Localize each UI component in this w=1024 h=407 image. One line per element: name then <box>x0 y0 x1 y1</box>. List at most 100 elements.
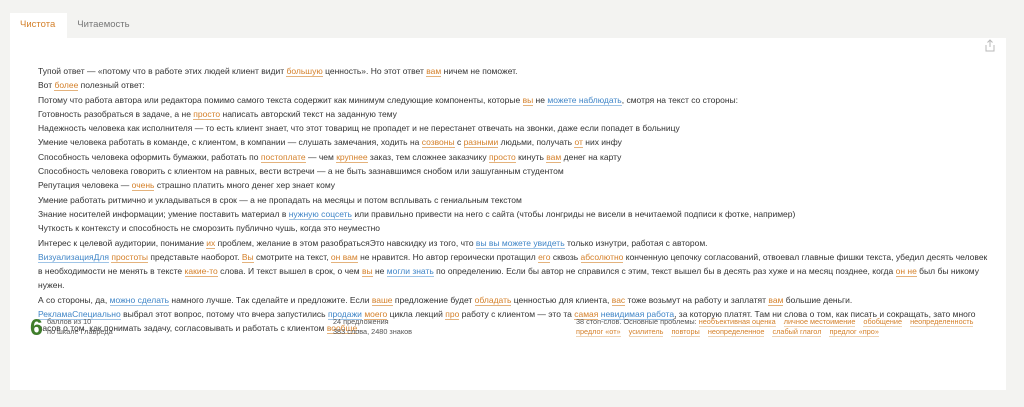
text-segment: Способность человека говорить с клиентом… <box>38 166 564 177</box>
highlighted-word[interactable]: ваше <box>371 294 393 306</box>
words-chars-count: 383 слова, 2480 знаков <box>333 327 413 336</box>
highlighted-word[interactable]: он не <box>895 266 917 278</box>
paragraph: Тупой ответ — «потому что в работе этих … <box>38 64 988 78</box>
highlighted-word[interactable]: созвоны <box>421 137 455 149</box>
results-panel: 6 баллов из 10 по шкале Главреда 24 пред… <box>30 314 990 346</box>
text-segment: Способность человека оформить бумажки, р… <box>38 151 261 162</box>
problem-link[interactable]: предлог «про» <box>829 327 879 337</box>
paragraph: Способность человека говорить с клиентом… <box>38 164 988 178</box>
highlighted-word[interactable]: вы вы можете увидеть <box>475 237 565 249</box>
paragraph: А со стороны, да, можно сделать намного … <box>38 293 988 307</box>
paragraph: Репутация человека — очень страшно плати… <box>38 178 988 192</box>
text-segment: ценностью для клиента, <box>511 294 612 305</box>
problem-link[interactable]: обобщение <box>863 317 903 327</box>
text-stats: 24 предложения 383 слова, 2480 знаков <box>333 317 412 337</box>
highlighted-word[interactable]: нужную соцсеть <box>288 208 352 220</box>
highlighted-word[interactable]: вы <box>522 94 534 106</box>
highlighted-word[interactable]: Вы <box>241 251 254 263</box>
article-text[interactable]: Тупой ответ — «потому что в работе этих … <box>38 64 988 336</box>
problem-link[interactable]: необъективная оценка <box>698 317 776 327</box>
highlighted-word[interactable]: вам <box>768 294 784 306</box>
paragraph: Способность человека оформить бумажки, р… <box>38 150 988 164</box>
highlighted-word[interactable]: вы <box>361 266 373 278</box>
text-segment: написать авторский текст на заданную тем… <box>220 108 397 119</box>
paragraph: Чуткость к контексту и способность не см… <box>38 221 988 235</box>
text-segment: предложение будет <box>392 294 475 305</box>
highlighted-word[interactable]: ВизуализацияДля <box>38 251 109 263</box>
highlighted-word[interactable]: вам <box>546 151 562 163</box>
problems-list: 38 стоп-слов. Основные проблемы: необъек… <box>576 317 996 337</box>
highlighted-word[interactable]: могли знать <box>386 266 434 278</box>
text-segment: Вот <box>38 80 55 91</box>
highlighted-word[interactable]: просто <box>193 108 221 120</box>
paragraph: Готовность разобраться в задаче, а не пр… <box>38 107 988 121</box>
text-segment: кинуть <box>515 151 547 162</box>
highlighted-word[interactable]: разными <box>463 137 499 149</box>
problem-link[interactable]: неопределенное <box>707 327 765 337</box>
text-segment: не <box>372 266 387 277</box>
text-segment: , смотря на текст со стороны: <box>621 94 739 105</box>
text-segment: с <box>454 137 464 148</box>
score-line-2: по шкале Главреда <box>47 327 113 336</box>
text-segment: людьми, получать <box>498 137 575 148</box>
text-segment: А со стороны, да, <box>38 294 110 305</box>
text-segment: проблем, желание в этом разобратьсяЭто н… <box>215 237 476 248</box>
highlighted-word[interactable]: большую <box>286 66 323 77</box>
text-segment: Потому что работа автора или редактора п… <box>38 94 523 105</box>
highlighted-word[interactable]: крупнее <box>336 151 368 163</box>
highlighted-word[interactable]: обладать <box>474 294 512 306</box>
score-value: 6 <box>30 314 43 340</box>
sentences-count: 24 предложения <box>333 317 389 326</box>
problem-link[interactable]: повторы <box>671 327 700 337</box>
text-segment: полезный ответ: <box>78 80 145 91</box>
text-segment: по определению. Если бы автор не справил… <box>433 266 896 277</box>
text-segment: Репутация человека — <box>38 180 132 191</box>
highlighted-word[interactable]: от <box>574 137 583 149</box>
highlighted-word[interactable]: просто <box>488 151 516 163</box>
paragraph: Надежность человека как исполнителя — то… <box>38 121 988 135</box>
problem-link[interactable]: неопределенность <box>910 317 974 327</box>
highlighted-word[interactable]: он вам <box>330 251 358 263</box>
problem-link[interactable]: усилитель <box>628 327 664 337</box>
paragraph: Интерес к целевой аудитории, понимание и… <box>38 236 988 250</box>
highlighted-word[interactable]: можно сделать <box>109 294 170 306</box>
text-segment: них инфу <box>582 137 622 148</box>
text-segment: представьте наоборот. <box>148 251 242 262</box>
highlighted-word[interactable]: их <box>206 237 216 249</box>
text-segment: денег на карту <box>561 151 622 162</box>
problems-prefix: 38 стоп-слов. Основные проблемы: <box>576 317 697 326</box>
highlighted-word[interactable]: абсолютно <box>580 251 624 263</box>
highlighted-word[interactable]: более <box>54 80 79 92</box>
highlighted-word[interactable]: можете наблюдать <box>547 94 622 106</box>
paragraph: Знание носителей информации; умение пост… <box>38 207 988 221</box>
text-segment: тоже возьмут на работу и заплатят <box>625 294 769 305</box>
text-segment: намного лучше. Так сделайте и предложите… <box>169 294 372 305</box>
share-icon[interactable] <box>983 39 997 53</box>
text-segment: заказ, тем сложнее заказчику <box>367 151 489 162</box>
paragraph: Вот более полезный ответ: <box>38 78 988 92</box>
highlighted-word[interactable]: простоты <box>111 251 149 263</box>
text-segment: страшно платить много денег хер знает ко… <box>154 180 336 191</box>
highlighted-word[interactable]: какие-то <box>184 266 218 278</box>
text-segment: только изнутри, работая с автором. <box>564 237 708 248</box>
highlighted-word[interactable]: очень <box>131 180 155 192</box>
highlighted-word[interactable]: его <box>538 251 551 263</box>
score-line-1: баллов из 10 <box>47 317 92 326</box>
text-segment: Умение человека работать в команде, с кл… <box>38 137 422 148</box>
highlighted-word[interactable]: вас <box>611 294 626 306</box>
highlighted-word[interactable]: вам <box>426 66 442 77</box>
highlighted-word[interactable]: постоплате <box>260 151 306 163</box>
text-segment: Умение работать ритмично и укладываться … <box>38 194 522 205</box>
problem-link[interactable]: слабый глагол <box>772 327 822 337</box>
score-description: баллов из 10 по шкале Главреда <box>47 317 113 337</box>
text-segment: ценность». Но этот ответ <box>322 66 427 76</box>
tab-readability[interactable]: Читаемость <box>67 19 141 38</box>
text-segment: большие деньги. <box>783 294 853 305</box>
text-segment: Интерес к целевой аудитории, понимание <box>38 237 207 248</box>
problem-link[interactable]: личное местоимение <box>783 317 856 327</box>
text-segment: Тупой ответ — «потому что в работе этих … <box>38 66 287 76</box>
tab-purity[interactable]: Чистота <box>10 13 68 38</box>
problem-link[interactable]: предлог «от» <box>576 327 621 337</box>
text-segment: сквозь <box>550 251 581 262</box>
paragraph: Умение человека работать в команде, с кл… <box>38 135 988 149</box>
